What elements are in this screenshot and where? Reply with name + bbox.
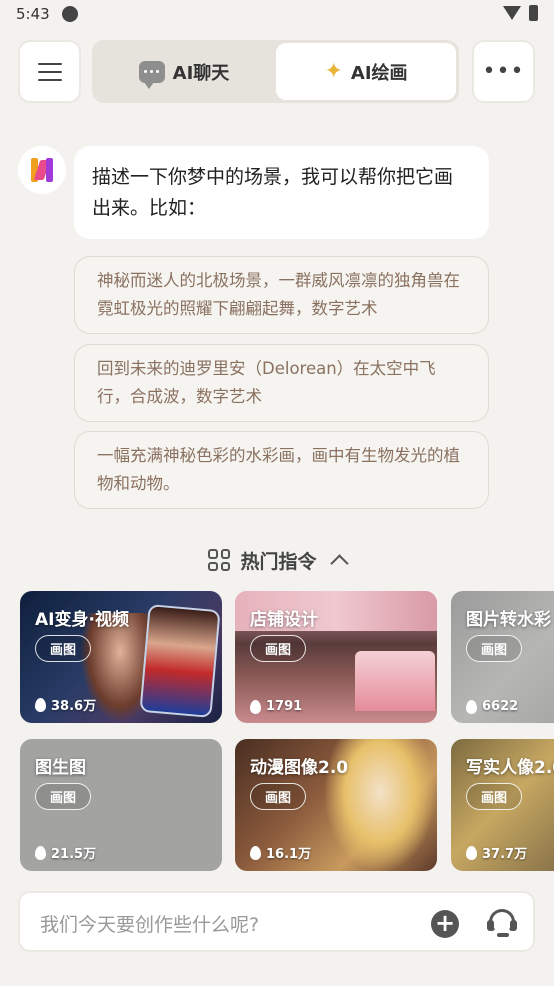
status-time: 5:43 bbox=[16, 5, 50, 23]
tab-ai-draw-label: AI绘画 bbox=[350, 62, 408, 84]
bot-message-bubble: 描述一下你梦中的场景，我可以帮你把它画出来。比如： bbox=[74, 146, 489, 239]
command-card-anime-image[interactable]: 动漫图像2.0 画图 16.1万 bbox=[235, 739, 437, 871]
card-usage-count: 37.7万 bbox=[466, 843, 527, 862]
more-dots-icon: ••• bbox=[482, 59, 525, 84]
app-logo-icon bbox=[31, 158, 53, 182]
suggestion-chip[interactable]: 回到未来的迪罗里安（Delorean）在太空中飞行，合成波，数字艺术 bbox=[74, 344, 489, 422]
hot-commands-header[interactable]: 热门指令 bbox=[0, 542, 554, 578]
card-tag: 画图 bbox=[35, 783, 92, 810]
prompt-placeholder: 我们今天要创作些什么呢? bbox=[40, 914, 260, 936]
card-tag: 画图 bbox=[250, 783, 307, 810]
card-title: AI变身·视频 bbox=[35, 610, 129, 630]
command-card-shop-design[interactable]: 店铺设计 画图 1791 bbox=[235, 591, 437, 723]
hamburger-menu-icon bbox=[37, 62, 62, 81]
suggestion-text: 一幅充满神秘色彩的水彩画，画中有生物发光的植物和动物。 bbox=[97, 446, 460, 493]
suggestion-chip[interactable]: 一幅充满神秘色彩的水彩画，画中有生物发光的植物和动物。 bbox=[74, 431, 489, 509]
card-title: 图片转水彩 bbox=[466, 610, 551, 630]
flame-icon bbox=[466, 699, 477, 714]
card-tag: 画图 bbox=[466, 783, 523, 810]
status-app-icon bbox=[62, 6, 78, 22]
headset-icon[interactable] bbox=[486, 907, 518, 939]
chevron-up-icon bbox=[329, 554, 349, 573]
card-usage-count: 16.1万 bbox=[250, 843, 311, 862]
card-tag: 画图 bbox=[35, 635, 92, 662]
suggestion-chip[interactable]: 神秘而迷人的北极场景，一群威风凛凛的独角兽在霓虹极光的照耀下翩翩起舞，数字艺术 bbox=[74, 256, 489, 334]
card-title: 动漫图像2.0 bbox=[250, 758, 349, 778]
mode-switcher: AI聊天 ✦ AI绘画 bbox=[92, 40, 459, 103]
flame-icon bbox=[35, 697, 46, 712]
more-button[interactable]: ••• bbox=[472, 40, 535, 103]
magic-wand-icon: ✦ bbox=[324, 58, 343, 84]
card-title: 写实人像2.0 bbox=[466, 758, 554, 778]
card-usage-count: 1791 bbox=[250, 699, 302, 714]
battery-icon bbox=[529, 5, 538, 21]
command-card-realistic-portrait[interactable]: 写实人像2.0 画图 37.7万 bbox=[451, 739, 554, 871]
wifi-icon bbox=[503, 6, 521, 20]
card-usage-count: 21.5万 bbox=[35, 843, 96, 862]
chat-bubble-icon bbox=[138, 60, 165, 89]
add-icon[interactable]: + bbox=[431, 910, 459, 938]
card-usage-count: 38.6万 bbox=[35, 695, 96, 714]
tab-ai-draw[interactable]: ✦ AI绘画 bbox=[276, 43, 456, 100]
command-card-image-to-watercolor[interactable]: 图片转水彩 画图 6622 bbox=[451, 591, 554, 723]
suggestion-text: 回到未来的迪罗里安（Delorean）在太空中飞行，合成波，数字艺术 bbox=[97, 359, 436, 406]
flame-icon bbox=[466, 845, 477, 860]
command-card-ai-transform-video[interactable]: AI变身·视频 画图 38.6万 bbox=[20, 591, 222, 723]
hot-commands-title: 热门指令 bbox=[240, 550, 317, 573]
command-card-image-to-image[interactable]: 图生图 画图 21.5万 bbox=[20, 739, 222, 871]
menu-button[interactable] bbox=[18, 40, 81, 103]
card-title: 店铺设计 bbox=[250, 610, 318, 630]
prompt-input[interactable]: 我们今天要创作些什么呢? + bbox=[18, 891, 535, 952]
tab-ai-chat-label: AI聊天 bbox=[172, 62, 230, 84]
tab-ai-chat[interactable]: AI聊天 bbox=[95, 43, 273, 100]
card-tag: 画图 bbox=[466, 635, 523, 662]
flame-icon bbox=[250, 699, 261, 714]
flame-icon bbox=[35, 845, 46, 860]
grid-icon bbox=[208, 549, 231, 571]
card-tag: 画图 bbox=[250, 635, 307, 662]
status-bar: 5:43 bbox=[0, 0, 554, 30]
card-title: 图生图 bbox=[35, 758, 86, 778]
bot-avatar bbox=[18, 146, 66, 194]
card-usage-count: 6622 bbox=[466, 699, 518, 714]
flame-icon bbox=[250, 845, 261, 860]
suggestion-text: 神秘而迷人的北极场景，一群威风凛凛的独角兽在霓虹极光的照耀下翩翩起舞，数字艺术 bbox=[97, 271, 460, 318]
